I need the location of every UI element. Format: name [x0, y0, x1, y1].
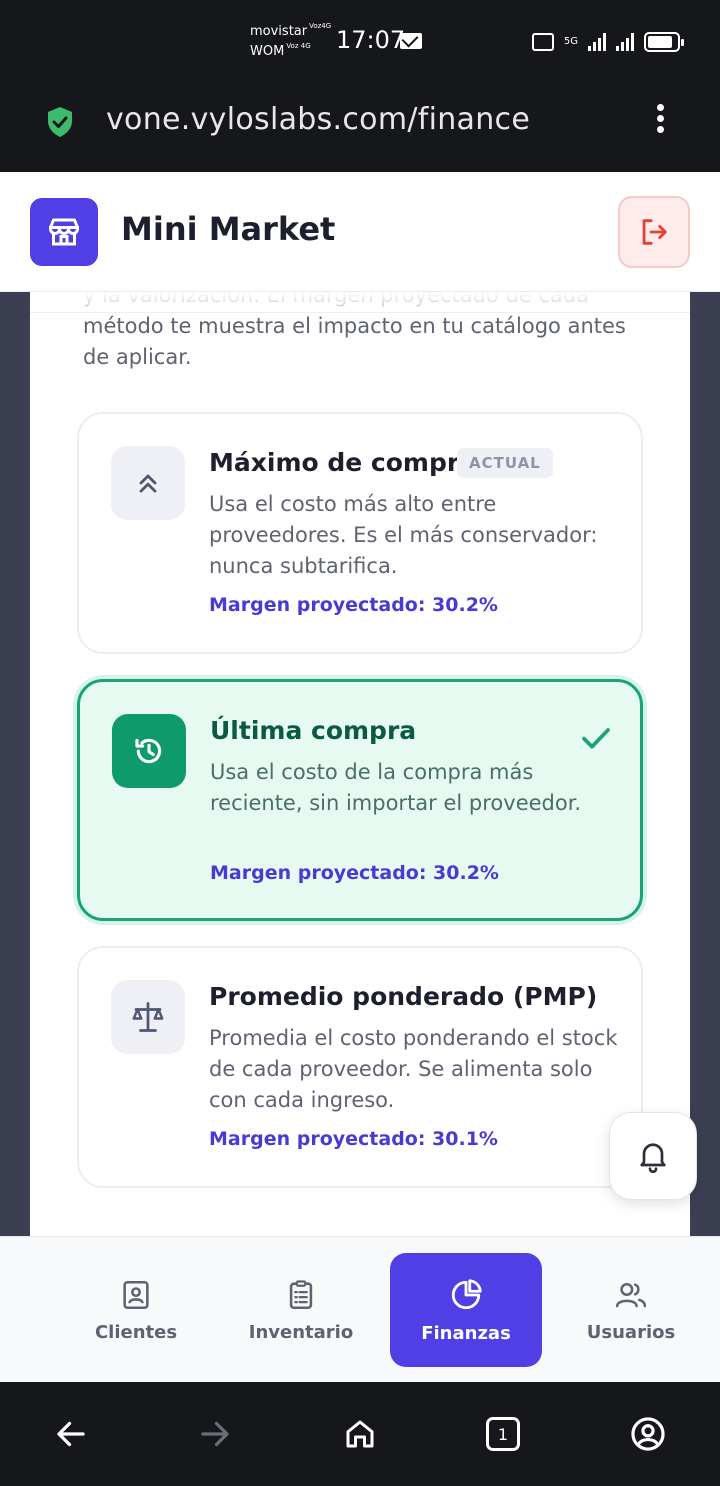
method-description: Promedia el costo ponderando el stock de…	[209, 1026, 618, 1112]
notifications-button[interactable]	[609, 1112, 697, 1200]
forward-button[interactable]	[193, 1412, 237, 1456]
home-icon	[346, 1420, 374, 1448]
logout-icon	[642, 219, 667, 245]
carrier-1: movistar	[250, 24, 308, 39]
browser-url-bar: vone.vyloslabs.com/finance	[0, 84, 720, 172]
method-icon-box	[111, 980, 185, 1054]
network-type: 5G	[563, 36, 578, 47]
content-area: y la valorización. El margen proyectado …	[0, 292, 720, 1236]
system-nav-bar: 1	[0, 1382, 720, 1486]
status-time: 17:07	[336, 26, 406, 54]
clipboard-list-icon	[289, 1279, 313, 1309]
bell-icon	[640, 1143, 666, 1174]
divider	[30, 312, 690, 313]
method-title: Promedio ponderado (PMP)	[209, 982, 598, 1011]
carrier-1-tag: Voz4G	[309, 22, 332, 30]
secure-shield-icon[interactable]	[46, 106, 74, 138]
signal-2-icon	[616, 33, 634, 51]
arrow-left-icon	[57, 1421, 85, 1447]
carrier-2: WOM	[250, 44, 285, 59]
chevrons-up-icon	[139, 474, 157, 493]
method-card-ultima[interactable]: Última compra Usa el costo de la compra …	[77, 679, 643, 921]
history-icon	[135, 738, 162, 764]
nav-label: Usuarios	[586, 1321, 676, 1343]
url-text[interactable]: vone.vyloslabs.com/finance	[106, 102, 530, 137]
contact-book-icon	[123, 1280, 149, 1309]
tab-count: 1	[486, 1417, 520, 1451]
store-icon	[49, 218, 79, 246]
projected-margin: Margen proyectado: 30.2%	[209, 594, 498, 616]
battery-icon	[644, 32, 684, 52]
users-icon	[615, 1282, 647, 1307]
method-icon-box	[111, 446, 185, 520]
nav-label: Finanzas	[421, 1322, 511, 1344]
app-header: Mini Market	[0, 172, 720, 292]
carrier-2-tag: Voz 4G	[286, 42, 311, 50]
method-title: Máximo de compra	[209, 448, 477, 477]
nav-clientes[interactable]: Clientes	[60, 1253, 212, 1367]
bottom-nav: Clientes Inventario Finanzas Usuarios	[0, 1236, 720, 1382]
cost-method-panel: y la valorización. El margen proyectado …	[30, 292, 690, 1236]
nav-label: Clientes	[94, 1321, 178, 1343]
home-button[interactable]	[338, 1412, 382, 1456]
nav-inventario[interactable]: Inventario	[225, 1253, 377, 1367]
projected-margin: Margen proyectado: 30.1%	[209, 1128, 498, 1150]
back-button[interactable]	[49, 1412, 93, 1456]
nav-label: Inventario	[248, 1321, 354, 1343]
nav-usuarios[interactable]: Usuarios	[555, 1253, 707, 1367]
browser-menu-icon[interactable]	[654, 104, 666, 140]
vibrate-icon	[531, 33, 554, 51]
status-indicators: 5G	[531, 28, 684, 56]
method-description: Usa el costo más alto entre proveedores.…	[209, 492, 598, 578]
status-bar: movistar Voz4G WOM Voz 4G 17:07 5G	[0, 0, 720, 84]
store-logo	[30, 198, 98, 266]
logout-button[interactable]	[618, 196, 690, 268]
method-title: Última compra	[210, 716, 417, 745]
account-button[interactable]	[626, 1412, 670, 1456]
scale-icon	[132, 1002, 164, 1032]
check-icon	[582, 728, 610, 749]
current-badge: ACTUAL	[457, 448, 553, 478]
signal-icon	[588, 33, 606, 51]
arrow-right-icon	[201, 1421, 229, 1447]
carrier-info: movistar Voz4G WOM Voz 4G	[250, 22, 331, 62]
method-description: Usa el costo de la compra más reciente, …	[210, 760, 582, 815]
mail-notification-icon	[400, 33, 422, 49]
tabs-button[interactable]: 1	[481, 1412, 525, 1456]
account-circle-icon	[631, 1417, 665, 1451]
pie-chart-icon	[451, 1278, 482, 1309]
method-card-pmp[interactable]: Promedio ponderado (PMP) Promedia el cos…	[77, 946, 643, 1188]
method-icon-box	[112, 714, 186, 788]
app-title: Mini Market	[121, 210, 336, 248]
scroll-fade	[30, 292, 690, 314]
nav-finanzas[interactable]: Finanzas	[390, 1253, 542, 1367]
method-card-maximo[interactable]: Máximo de compra ACTUAL Usa el costo más…	[77, 412, 643, 654]
projected-margin: Margen proyectado: 30.2%	[210, 862, 499, 884]
